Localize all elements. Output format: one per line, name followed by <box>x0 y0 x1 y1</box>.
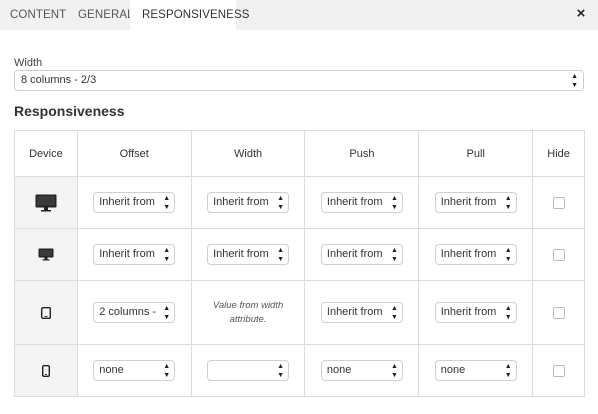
table-row: 2 columns - ▲ ▼ Value from width attribute… <box>14 280 585 345</box>
pull-cell: Inherit from ▲ ▼ <box>418 280 534 345</box>
offset-select[interactable]: 2 columns - ▲ ▼ <box>93 302 176 323</box>
device-cell <box>14 344 78 397</box>
push-select[interactable]: Inherit from ▲ ▼ <box>320 192 403 213</box>
width-cell: Value from width attribute. <box>190 280 306 345</box>
header-offset: Offset <box>76 130 192 177</box>
push-select[interactable]: Inherit from ▲ ▼ <box>320 244 403 265</box>
hide-checkbox[interactable] <box>552 248 565 261</box>
hide-cell <box>532 228 585 281</box>
push-cell: none ▲ ▼ <box>304 344 420 397</box>
pull-cell: Inherit from ▲ ▼ <box>418 228 534 281</box>
table-header-row: Device Offset Width Push Pull Hide <box>14 130 585 177</box>
header-push: Push <box>304 130 420 177</box>
select-arrows-icon: ▲ ▼ <box>504 194 512 211</box>
offset-cell: none ▲ ▼ <box>76 344 192 397</box>
tab-responsiveness[interactable]: RESPONSIVENESS <box>130 0 249 30</box>
hide-checkbox[interactable] <box>552 306 565 319</box>
width-cell: Inherit from ▲ ▼ <box>190 228 306 281</box>
header-pull: Pull <box>418 130 534 177</box>
desktop-large-icon <box>35 194 57 211</box>
push-select[interactable]: Inherit from ▲ ▼ <box>320 302 403 323</box>
tablet-icon <box>40 306 51 319</box>
tab-general[interactable]: GENERAL <box>78 0 134 30</box>
section-title: Responsiveness <box>14 103 125 119</box>
select-arrows-icon: ▲ ▼ <box>277 194 285 211</box>
width-label: Width <box>14 57 43 69</box>
device-cell <box>14 228 78 281</box>
select-arrows-icon: ▲ ▼ <box>504 362 512 379</box>
offset-select[interactable]: Inherit from ▲ ▼ <box>93 192 176 213</box>
offset-select[interactable]: none ▲ ▼ <box>93 360 176 381</box>
offset-select[interactable]: Inherit from ▲ ▼ <box>93 244 176 265</box>
select-arrows-icon: ▲ ▼ <box>163 304 171 321</box>
pull-select[interactable]: Inherit from ▲ ▼ <box>434 302 517 323</box>
tab-content[interactable]: CONTENT <box>10 0 66 30</box>
offset-cell: 2 columns - ▲ ▼ <box>76 280 192 345</box>
select-arrows-icon: ▲ ▼ <box>390 246 398 263</box>
table-row: Inherit from ▲ ▼ Inherit from ▲ ▼ Inherit fr… <box>14 228 585 281</box>
table-row: Inherit from ▲ ▼ Inherit from ▲ ▼ Inherit fr… <box>14 176 585 229</box>
width-select-value: 8 columns - 2/3 <box>21 74 97 86</box>
pull-select[interactable]: none ▲ ▼ <box>434 360 517 381</box>
pull-select[interactable]: Inherit from ▲ ▼ <box>434 244 517 265</box>
offset-cell: Inherit from ▲ ▼ <box>76 176 192 229</box>
select-arrows-icon: ▲ ▼ <box>163 362 171 379</box>
select-arrows-icon: ▲ ▼ <box>504 246 512 263</box>
mobile-icon <box>41 364 50 377</box>
pull-cell: none ▲ ▼ <box>418 344 534 397</box>
push-cell: Inherit from ▲ ▼ <box>304 280 420 345</box>
hide-checkbox[interactable] <box>552 196 565 209</box>
width-select[interactable]: ▲ ▼ <box>207 360 290 381</box>
hide-cell <box>532 344 585 397</box>
header-device: Device <box>14 130 78 177</box>
device-cell <box>14 280 78 345</box>
push-cell: Inherit from ▲ ▼ <box>304 228 420 281</box>
select-arrows-icon: ▲ ▼ <box>277 362 285 379</box>
width-select[interactable]: 8 columns - 2/3 ▲ ▼ <box>14 70 584 91</box>
desktop-small-icon <box>38 248 54 261</box>
width-cell: Inherit from ▲ ▼ <box>190 176 306 229</box>
select-arrows-icon: ▲ ▼ <box>277 246 285 263</box>
width-cell: ▲ ▼ <box>190 344 306 397</box>
select-arrows-icon: ▲ ▼ <box>163 246 171 263</box>
device-cell <box>14 176 78 229</box>
width-select[interactable]: Inherit from ▲ ▼ <box>207 192 290 213</box>
push-cell: Inherit from ▲ ▼ <box>304 176 420 229</box>
hide-checkbox[interactable] <box>552 364 565 377</box>
width-select[interactable]: Inherit from ▲ ▼ <box>207 244 290 265</box>
hide-cell <box>532 176 585 229</box>
tab-bar: CONTENT GENERAL RESPONSIVENESS × <box>0 0 598 30</box>
offset-cell: Inherit from ▲ ▼ <box>76 228 192 281</box>
header-hide: Hide <box>532 130 585 177</box>
select-arrows-icon: ▲ ▼ <box>390 194 398 211</box>
close-icon[interactable]: × <box>574 6 588 21</box>
table-row: none ▲ ▼ ▲ ▼ none ▲ ▼ none ▲ ▼ <box>14 344 585 397</box>
header-width: Width <box>190 130 306 177</box>
select-arrows-icon: ▲ ▼ <box>504 304 512 321</box>
pull-cell: Inherit from ▲ ▼ <box>418 176 534 229</box>
select-arrows-icon: ▲ ▼ <box>390 362 398 379</box>
select-arrows-icon: ▲ ▼ <box>571 72 578 89</box>
pull-select[interactable]: Inherit from ▲ ▼ <box>434 192 517 213</box>
select-arrows-icon: ▲ ▼ <box>163 194 171 211</box>
select-arrows-icon: ▲ ▼ <box>390 304 398 321</box>
width-note: Value from width attribute. <box>212 299 284 325</box>
responsiveness-table: Device Offset Width Push Pull Hide Inher… <box>14 130 585 397</box>
hide-cell <box>532 280 585 345</box>
push-select[interactable]: none ▲ ▼ <box>320 360 403 381</box>
